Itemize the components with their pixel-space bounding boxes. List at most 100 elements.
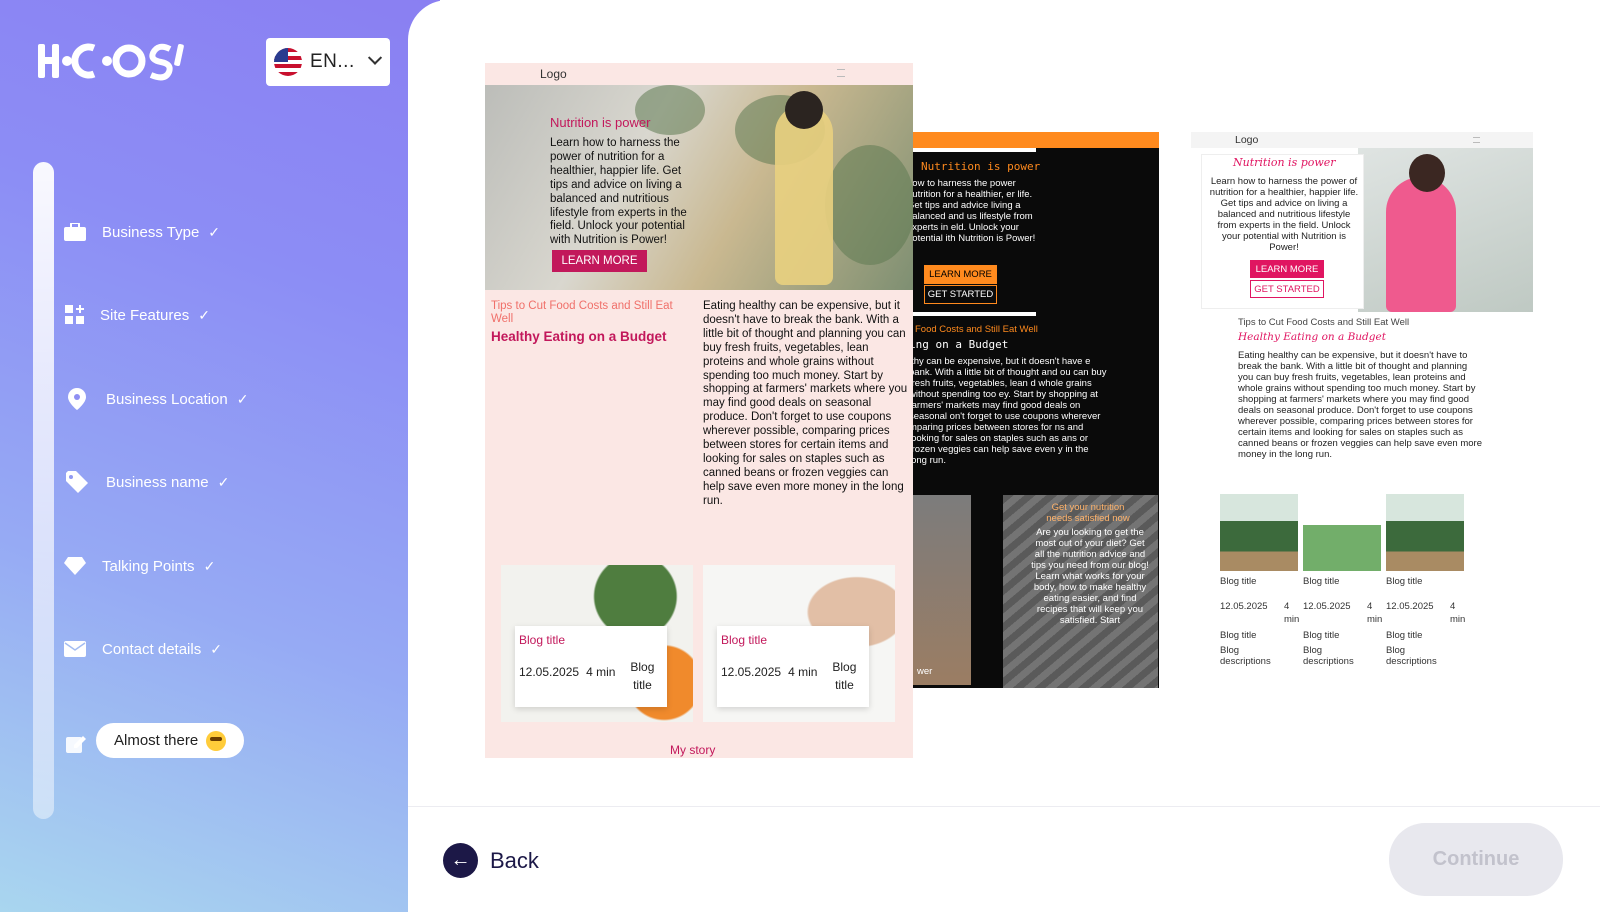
t3-blog-title: Blog title xyxy=(1220,576,1257,587)
t3-logo: Logo xyxy=(1235,134,1259,146)
t1-card-subtitle: Blog title xyxy=(630,660,655,692)
t3-blog-subtitle: Blog title xyxy=(1386,630,1423,641)
step-contact-details[interactable]: Contact details ✓ xyxy=(64,638,222,660)
t1-navbar: Logo xyxy=(485,63,913,85)
t2-needs-title: Get your nutrition needs satisfied now xyxy=(1046,502,1130,524)
t2-get-started-button[interactable]: GET STARTED xyxy=(924,285,997,304)
language-selector[interactable]: EN... xyxy=(266,38,390,86)
map-pin-icon xyxy=(66,388,88,410)
step-label: Business Type xyxy=(102,223,200,241)
t3-blog-card: Blog title 12.05.2025 4 min Blog title Bl… xyxy=(1303,494,1383,667)
step-label: Business Location xyxy=(106,390,228,408)
t1-hero-text: Learn how to harness the power of nutrit… xyxy=(550,137,687,247)
diamond-icon xyxy=(64,555,86,577)
star-eyes-emoji-icon xyxy=(206,730,227,751)
t3-blog-description: Blog descriptions xyxy=(1303,645,1354,667)
step-talking-points[interactable]: Talking Points ✓ xyxy=(64,555,215,577)
arrow-left-icon: ← xyxy=(443,843,478,878)
envelope-icon xyxy=(64,638,86,660)
t1-card-date: 12.05.2025 xyxy=(519,665,580,679)
t1-section-title: Healthy Eating on a Budget xyxy=(491,329,667,344)
template-preview-1[interactable]: Logo Nutrition is power Learn how to har… xyxy=(485,63,913,758)
template-preview-2[interactable]: Nutrition is power how to harness the po… xyxy=(913,132,1159,688)
chevron-down-icon xyxy=(367,50,383,65)
step-business-location[interactable]: Business Location ✓ xyxy=(66,388,248,410)
t2-top-bar xyxy=(913,132,1159,148)
progress-track xyxy=(33,162,54,819)
t2-section-title: ing on a Budget xyxy=(913,338,1009,351)
step-label: Business name xyxy=(106,473,209,491)
check-icon: ✓ xyxy=(236,390,249,407)
language-code: EN... xyxy=(310,51,355,72)
grid-plus-icon xyxy=(64,304,86,326)
t2-learn-more-button[interactable]: LEARN MORE xyxy=(924,265,997,284)
t1-logo: Logo xyxy=(540,67,567,81)
t3-learn-more-button[interactable]: LEARN MORE xyxy=(1250,260,1324,278)
t3-section-title: Healthy Eating on a Budget xyxy=(1238,331,1386,343)
check-icon: ✓ xyxy=(203,557,216,574)
t2-section-subtitle: Food Costs and Still Eat Well xyxy=(915,324,1038,335)
t2-image xyxy=(913,495,971,685)
check-icon: ✓ xyxy=(210,640,222,657)
tag-icon xyxy=(66,471,88,493)
pencil-icon xyxy=(66,733,86,758)
back-label: Back xyxy=(490,847,539,873)
t1-card-read: 4 min xyxy=(788,665,818,679)
t1-card-date: 12.05.2025 xyxy=(721,665,782,679)
t3-blog-card: Blog title 12.05.2025 4 min Blog title Bl… xyxy=(1220,494,1300,667)
t1-hero-title: Nutrition is power xyxy=(550,115,651,130)
step-label: Contact details xyxy=(102,640,202,658)
check-icon: ✓ xyxy=(198,306,210,323)
t3-blog-card: Blog title 12.05.2025 4 min Blog title Bl… xyxy=(1386,494,1466,667)
t3-hero-text: Learn how to harness the power of nutrit… xyxy=(1209,176,1359,253)
t1-card-subtitle: Blog title xyxy=(832,660,857,692)
current-step-label: Almost there xyxy=(114,732,199,749)
check-icon: ✓ xyxy=(217,473,230,490)
t2-hero-text: how to harness the power nutrition for a… xyxy=(913,178,1036,244)
t1-card-title: Blog title xyxy=(519,633,566,647)
footer-divider xyxy=(408,806,1600,807)
step-site-features[interactable]: Site Features ✓ xyxy=(64,304,210,326)
hocoos-logo xyxy=(38,43,184,81)
hamburger-icon xyxy=(837,69,845,77)
t1-my-story-heading: My story xyxy=(670,743,716,757)
t3-blog-description: Blog descriptions xyxy=(1220,645,1271,667)
t1-blog-card: Blog title 12.05.2025 4 min Blog title xyxy=(501,565,693,722)
step-business-type[interactable]: Business Type ✓ xyxy=(64,221,220,243)
t2-section-body: lthy can be expensive, but it doesn't ha… xyxy=(913,356,1107,466)
t1-hero-image: Nutrition is power Learn how to harness … xyxy=(485,85,913,290)
t2-hero-title: Nutrition is power xyxy=(921,160,1041,173)
step-label: Talking Points xyxy=(102,557,195,575)
us-flag-icon xyxy=(274,48,302,76)
t1-card-read: 4 min xyxy=(586,665,616,679)
t3-blog-read: 4 min xyxy=(1284,601,1300,625)
t3-section-body: Eating healthy can be expensive, but it … xyxy=(1238,350,1482,460)
current-step-pill: Almost there xyxy=(96,723,245,758)
t3-blog-subtitle: Blog title xyxy=(1220,630,1257,641)
step-label: Site Features xyxy=(100,306,190,324)
t3-blog-subtitle: Blog title xyxy=(1303,630,1340,641)
check-icon: ✓ xyxy=(208,223,221,240)
sidebar: EN... Business Type ✓ Site Features ✓ Bu… xyxy=(0,0,440,912)
t3-blog-read: 4 min xyxy=(1367,601,1383,625)
t3-blog-title: Blog title xyxy=(1303,576,1340,587)
t1-section-subtitle: Tips to Cut Food Costs and Still Eat Wel… xyxy=(491,300,673,325)
t3-blog-date: 12.05.2025 xyxy=(1303,601,1351,612)
t3-blog-image xyxy=(1303,494,1381,571)
t1-section-body: Eating healthy can be expensive, but it … xyxy=(703,300,908,507)
t3-blog-image xyxy=(1386,494,1464,571)
step-business-name[interactable]: Business name ✓ xyxy=(66,471,229,493)
t3-navbar: Logo xyxy=(1191,132,1533,148)
briefcase-icon xyxy=(64,221,86,243)
back-button[interactable]: ← Back xyxy=(443,843,539,878)
t1-card-title: Blog title xyxy=(721,633,768,647)
t3-blog-image xyxy=(1220,494,1298,571)
template-preview-3[interactable]: Logo Nutrition is power Learn how to har… xyxy=(1191,132,1533,688)
t3-get-started-button[interactable]: GET STARTED xyxy=(1250,280,1324,298)
t1-learn-more-button[interactable]: LEARN MORE xyxy=(552,250,647,272)
t3-section-subtitle: Tips to Cut Food Costs and Still Eat Wel… xyxy=(1238,317,1410,328)
t3-blog-description: Blog descriptions xyxy=(1386,645,1437,667)
t3-blog-read: 4 min xyxy=(1450,601,1466,625)
t2-fragment-text: wer xyxy=(917,666,933,677)
continue-button[interactable]: Continue xyxy=(1389,823,1563,896)
